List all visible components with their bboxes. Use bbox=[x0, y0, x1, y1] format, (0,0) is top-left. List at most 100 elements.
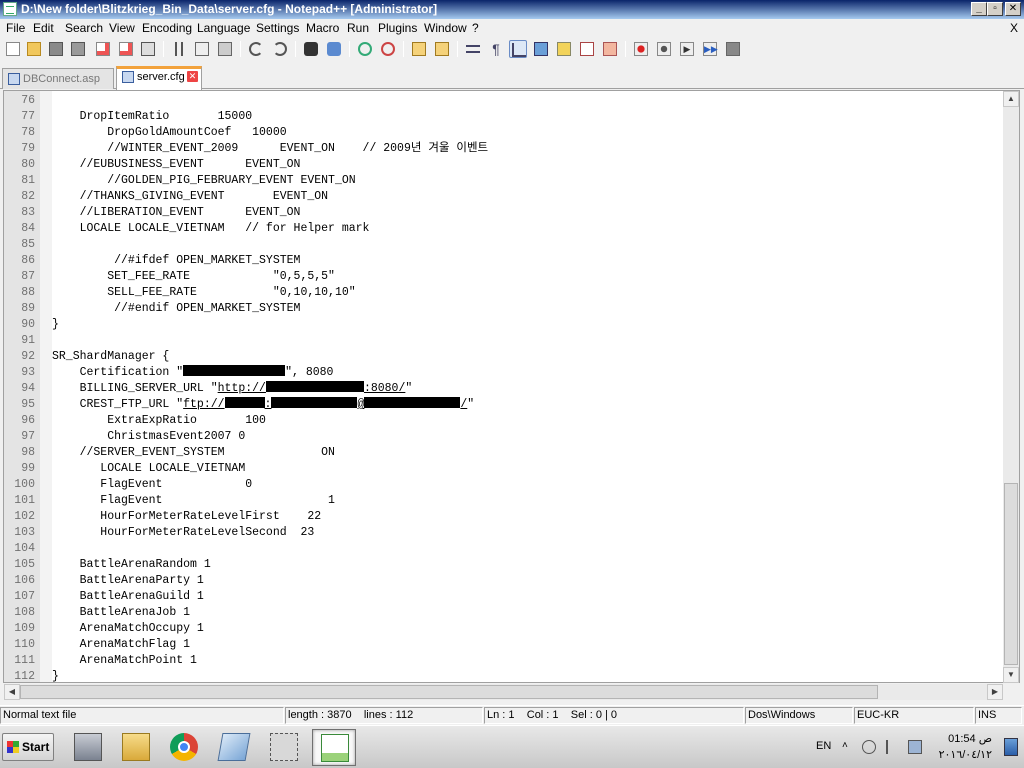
tab-server-cfg[interactable]: server.cfg ✕ bbox=[116, 66, 202, 90]
save-macro-icon[interactable] bbox=[724, 40, 742, 58]
menu-file[interactable]: File bbox=[6, 21, 25, 35]
start-button[interactable]: Start bbox=[2, 733, 54, 761]
status-insert-mode[interactable]: INS bbox=[975, 707, 1022, 724]
code-line[interactable]: } bbox=[52, 317, 1004, 333]
volume-muted-icon[interactable] bbox=[862, 740, 876, 754]
user-language-icon[interactable] bbox=[532, 40, 550, 58]
code-line[interactable]: BattleArenaJob 1 bbox=[52, 605, 1004, 621]
tab-dbconnect[interactable]: DBConnect.asp bbox=[2, 68, 114, 89]
url-link[interactable]: ftp://: @ / bbox=[183, 397, 467, 411]
stop-recording-icon[interactable] bbox=[655, 40, 673, 58]
close-all-icon[interactable] bbox=[117, 40, 135, 58]
code-line[interactable]: ChristmasEvent2007 0 bbox=[52, 429, 1004, 445]
copy-icon[interactable] bbox=[193, 40, 211, 58]
chrome-button[interactable] bbox=[162, 729, 206, 766]
code-line[interactable]: } bbox=[52, 669, 1004, 682]
code-line[interactable]: BattleArenaGuild 1 bbox=[52, 589, 1004, 605]
code-line[interactable]: SELL_FEE_RATE "0,10,10,10" bbox=[52, 285, 1004, 301]
notepad-plus-plus-button[interactable] bbox=[312, 729, 356, 766]
close-icon[interactable] bbox=[94, 40, 112, 58]
clock-time[interactable]: 01:54 ص bbox=[928, 732, 992, 745]
play-macro-icon[interactable]: ▶ bbox=[678, 40, 696, 58]
function-list-icon[interactable] bbox=[555, 40, 573, 58]
redo-icon[interactable] bbox=[271, 40, 289, 58]
close-document-button[interactable]: X bbox=[1010, 21, 1018, 35]
code-line[interactable]: BattleArenaRandom 1 bbox=[52, 557, 1004, 573]
menu-macro[interactable]: Macro bbox=[306, 21, 339, 35]
document-map-icon[interactable] bbox=[601, 40, 619, 58]
network-icon[interactable] bbox=[908, 740, 922, 754]
code-line[interactable]: //GOLDEN_PIG_FEBRUARY_EVENT EVENT_ON bbox=[52, 173, 1004, 189]
save-icon[interactable] bbox=[47, 40, 65, 58]
show-desktop-icon[interactable] bbox=[1004, 738, 1018, 756]
indent-guide-icon[interactable] bbox=[509, 40, 527, 58]
code-line[interactable]: LOCALE LOCALE_VIETNAM bbox=[52, 461, 1004, 477]
maximize-button[interactable]: ▫ bbox=[987, 2, 1003, 16]
clock-date[interactable]: ٢٠١٦/٠٤/١٢ bbox=[928, 748, 992, 761]
code-area[interactable]: DropItemRatio 15000 DropGoldAmountCoef 1… bbox=[52, 91, 1004, 682]
paste-icon[interactable] bbox=[216, 40, 234, 58]
code-line[interactable]: CREST_FTP_URL "ftp://: @/" bbox=[52, 397, 1004, 413]
code-line[interactable]: FlagEvent 0 bbox=[52, 477, 1004, 493]
menu-settings[interactable]: Settings bbox=[256, 21, 299, 35]
code-line[interactable]: Certification " ", 8080 bbox=[52, 365, 1004, 381]
vertical-scrollbar[interactable]: ▲ ▼ bbox=[1003, 91, 1019, 683]
code-line[interactable] bbox=[52, 333, 1004, 349]
run-macro-multiple-icon[interactable]: ▶▶ bbox=[701, 40, 719, 58]
config-tools-button[interactable] bbox=[262, 729, 306, 766]
menu-view[interactable]: View bbox=[109, 21, 135, 35]
notepad-button[interactable] bbox=[212, 729, 256, 766]
menu-run[interactable]: Run bbox=[347, 21, 369, 35]
code-line[interactable] bbox=[52, 237, 1004, 253]
show-hidden-icons-icon[interactable]: ˄ bbox=[842, 740, 856, 754]
code-line[interactable]: //LIBERATION_EVENT EVENT_ON bbox=[52, 205, 1004, 221]
code-line[interactable]: BattleArenaParty 1 bbox=[52, 573, 1004, 589]
fold-margin[interactable] bbox=[40, 91, 52, 682]
scroll-left-icon[interactable]: ◀ bbox=[4, 684, 20, 700]
find-icon[interactable] bbox=[302, 40, 320, 58]
word-wrap-icon[interactable] bbox=[464, 40, 482, 58]
url-link[interactable]: http://:8080/ bbox=[218, 381, 405, 395]
code-line[interactable]: //THANKS_GIVING_EVENT EVENT_ON bbox=[52, 189, 1004, 205]
new-file-icon[interactable] bbox=[4, 40, 22, 58]
server-manager-button[interactable] bbox=[66, 729, 110, 766]
menu-help[interactable]: ? bbox=[472, 21, 479, 35]
editor[interactable]: 76 77 78 79 80 81 82 83 84 85 86 87 88 89 90 91 92 93 94 95… bbox=[3, 90, 1020, 683]
code-line[interactable]: //WINTER_EVENT_2009 EVENT_ON // 2009년 겨울… bbox=[52, 141, 1004, 157]
code-line[interactable]: FlagEvent 1 bbox=[52, 493, 1004, 509]
menu-language[interactable]: Language bbox=[197, 21, 250, 35]
code-line[interactable] bbox=[52, 541, 1004, 557]
save-all-icon[interactable] bbox=[69, 40, 87, 58]
code-line[interactable]: BILLING_SERVER_URL "http://:8080/" bbox=[52, 381, 1004, 397]
scroll-up-icon[interactable]: ▲ bbox=[1003, 91, 1019, 107]
code-line[interactable]: //#endif OPEN_MARKET_SYSTEM bbox=[52, 301, 1004, 317]
menu-window[interactable]: Window bbox=[424, 21, 467, 35]
code-line[interactable]: SET_FEE_RATE "0,5,5,5" bbox=[52, 269, 1004, 285]
code-line[interactable]: //#ifdef OPEN_MARKET_SYSTEM bbox=[52, 253, 1004, 269]
code-line[interactable]: ArenaMatchPoint 1 bbox=[52, 653, 1004, 669]
code-line[interactable]: DropGoldAmountCoef 10000 bbox=[52, 125, 1004, 141]
status-eol[interactable]: Dos\Windows bbox=[745, 707, 853, 724]
language-indicator[interactable]: EN bbox=[816, 740, 831, 752]
code-line[interactable]: HourForMeterRateLevelSecond 23 bbox=[52, 525, 1004, 541]
action-center-flag-icon[interactable] bbox=[886, 740, 900, 754]
status-encoding[interactable]: EUC-KR bbox=[854, 707, 974, 724]
open-file-icon[interactable] bbox=[25, 40, 43, 58]
vertical-scroll-thumb[interactable] bbox=[1004, 483, 1018, 665]
code-line[interactable]: LOCALE LOCALE_VIETNAM // for Helper mark bbox=[52, 221, 1004, 237]
code-line[interactable]: //EUBUSINESS_EVENT EVENT_ON bbox=[52, 157, 1004, 173]
horizontal-scroll-thumb[interactable] bbox=[20, 685, 878, 699]
code-line[interactable]: ExtraExpRatio 100 bbox=[52, 413, 1004, 429]
tab-close-icon[interactable]: ✕ bbox=[187, 71, 198, 82]
print-icon[interactable] bbox=[139, 40, 157, 58]
zoom-out-icon[interactable] bbox=[379, 40, 397, 58]
menu-edit[interactable]: Edit bbox=[33, 21, 54, 35]
horizontal-scrollbar[interactable]: ◀ ▶ bbox=[4, 684, 1003, 700]
scroll-right-icon[interactable]: ▶ bbox=[987, 684, 1003, 700]
close-button[interactable]: ✕ bbox=[1005, 2, 1021, 16]
code-line[interactable] bbox=[52, 93, 1004, 109]
code-line[interactable]: HourForMeterRateLevelFirst 22 bbox=[52, 509, 1004, 525]
code-line[interactable]: ArenaMatchFlag 1 bbox=[52, 637, 1004, 653]
code-line[interactable]: ArenaMatchOccupy 1 bbox=[52, 621, 1004, 637]
undo-icon[interactable] bbox=[247, 40, 265, 58]
